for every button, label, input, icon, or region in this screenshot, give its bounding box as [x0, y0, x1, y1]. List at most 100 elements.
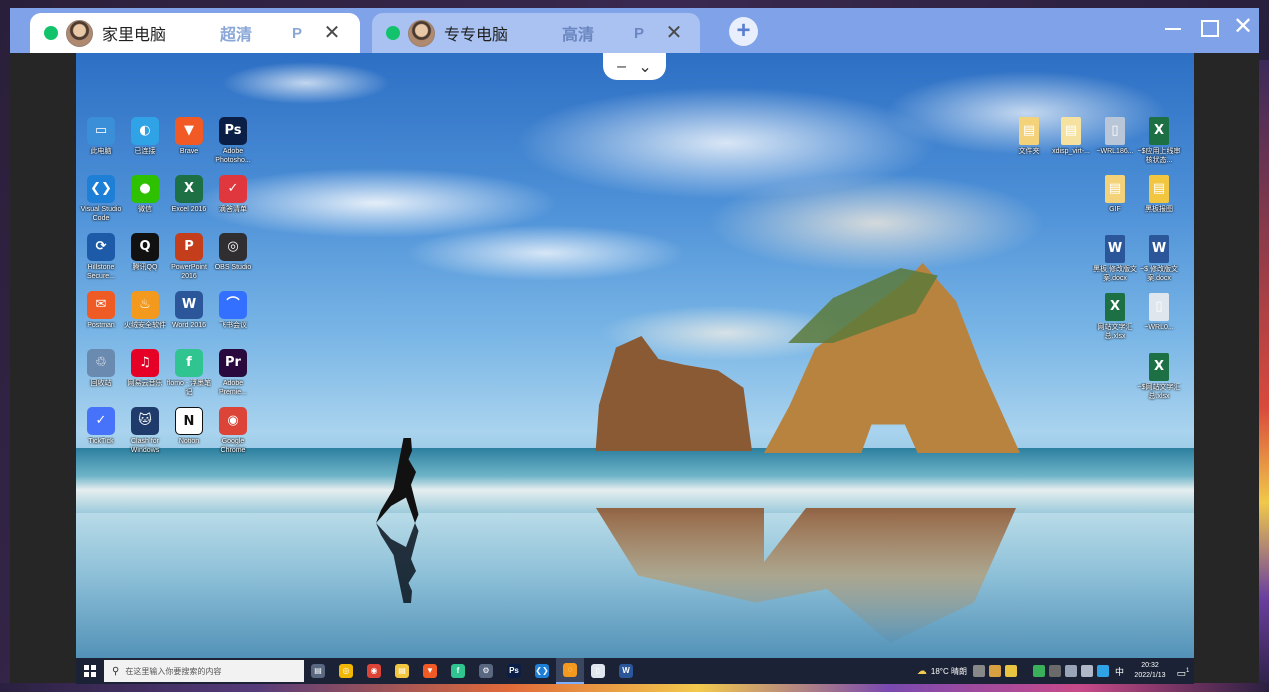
desktop-icon[interactable]: Ps Adobe Photosho... — [210, 113, 256, 169]
excel-file-icon: X — [1149, 353, 1169, 381]
toolbar-handle[interactable]: – ⌄ — [603, 53, 666, 80]
quality-label[interactable]: 高清 — [562, 21, 634, 45]
desktop-icon[interactable]: ♫ 网易云音乐 — [122, 345, 168, 401]
p-badge[interactable]: P — [292, 25, 322, 42]
desktop-icon[interactable]: 🐱 Clash for Windows — [122, 403, 168, 459]
desktop-icon[interactable]: ⌒ 飞书会议 — [210, 287, 256, 343]
taskbar-app-button[interactable]: ⚙ — [472, 658, 500, 684]
minimize-button[interactable] — [1158, 14, 1188, 44]
start-button[interactable] — [76, 658, 104, 684]
desktop-icon[interactable]: X 网站文字汇总.xlsx — [1092, 289, 1138, 345]
vscode-icon: ❮❯ — [87, 175, 115, 203]
desktop-icon[interactable]: ▤ xdisp_virt-... — [1048, 113, 1094, 169]
taskbar-app-button[interactable]: ▼ — [416, 658, 444, 684]
desktop-icon[interactable]: X ~$网站文字汇总.xlsx — [1136, 349, 1182, 405]
quality-label[interactable]: 超清 — [220, 21, 292, 45]
taskbar-app-button[interactable]: ▤ — [388, 658, 416, 684]
close-window-button[interactable]: ✕ — [1228, 14, 1258, 44]
tray-app-icon[interactable] — [1096, 665, 1109, 677]
desktop-icon[interactable]: ♨ 火绒安全软件 — [122, 287, 168, 343]
desktop-icon-label: 回收站 — [90, 380, 112, 387]
taskbar-app-button[interactable]: ◌ — [556, 658, 584, 684]
notification-center-button[interactable]: ▭1 — [1172, 658, 1194, 684]
desktop-icon[interactable]: ▼ Brave — [166, 113, 212, 169]
minimize-toolbar-icon[interactable]: – — [617, 58, 626, 76]
search-box[interactable]: ⚲ 在这里输入你要搜索的内容 — [104, 660, 304, 682]
taskbar-app-button[interactable]: f — [444, 658, 472, 684]
word-file-icon: W — [1105, 235, 1125, 263]
taskbar-app-button[interactable]: ▤ — [304, 658, 332, 684]
desktop-icon-label: 网站文字汇总.xlsx — [1097, 324, 1133, 340]
desktop-icon[interactable]: W ~$ 修改版文案.docx — [1136, 231, 1182, 287]
desktop-icon[interactable]: ◐ 已连接 — [122, 113, 168, 169]
taskbar-app-button[interactable]: ◉ — [360, 658, 388, 684]
excel-file-icon: X — [1105, 293, 1125, 321]
photoshop-icon: Ps — [219, 117, 247, 145]
tray-app-icon[interactable] — [1004, 665, 1017, 677]
close-tab-icon[interactable]: ✕ — [322, 23, 342, 43]
desktop-icon[interactable]: W Word 2016 — [166, 287, 212, 343]
desktop-icon[interactable]: ▯ ~WRL186... — [1092, 113, 1138, 169]
network-icon[interactable] — [1064, 665, 1077, 677]
taskbar-app-button[interactable]: ❮❯ — [528, 658, 556, 684]
chrome-icon: ◉ — [367, 664, 381, 678]
desktop-icon[interactable]: ▤ 文件夹 — [1006, 113, 1052, 169]
maximize-button[interactable] — [1193, 14, 1223, 44]
taskbar-app-button[interactable]: Ps — [500, 658, 528, 684]
volume-icon[interactable] — [1080, 665, 1093, 677]
wechat-icon: ● — [131, 175, 159, 203]
desktop-icon-label: Visual Studio Code — [80, 206, 122, 222]
input-language[interactable]: 中 — [1115, 665, 1124, 678]
desktop-icon[interactable]: f flomo - 浮墨笔记 — [166, 345, 212, 401]
photoshop-icon: Ps — [507, 664, 521, 678]
weather-icon: ☁ — [916, 665, 927, 677]
desktop-icon-label: Adobe Premie... — [218, 380, 247, 396]
desktop-icon[interactable]: ♲ 回收站 — [78, 345, 124, 401]
p-badge[interactable]: P — [634, 25, 664, 42]
desktop-icon-label: 文件夹 — [1018, 148, 1040, 155]
desktop-icon[interactable]: ✉ Postman — [78, 287, 124, 343]
desktop-icon[interactable]: ❮❯ Visual Studio Code — [78, 171, 124, 227]
new-tab-button[interactable]: + — [729, 17, 758, 46]
tray-app-icon[interactable] — [1032, 665, 1045, 677]
desktop-icon[interactable]: Pr Adobe Premie... — [210, 345, 256, 401]
desktop-icon[interactable]: Q 腾讯QQ — [122, 229, 168, 285]
desktop-icon[interactable]: ◉ Google Chrome — [210, 403, 256, 459]
chevron-down-icon[interactable]: ⌄ — [638, 57, 651, 77]
tab-home-computer[interactable]: 家里电脑 超清 P ✕ — [30, 13, 360, 53]
premiere-icon: Pr — [219, 349, 247, 377]
ticktick-icon: ✓ — [87, 407, 115, 435]
tray-app-icon[interactable] — [1048, 665, 1061, 677]
close-tab-icon[interactable]: ✕ — [664, 23, 684, 43]
desktop-icon[interactable]: ● 微信 — [122, 171, 168, 227]
remote-desktop-window: 家里电脑 超清 P ✕ 专专电脑 高清 P ✕ + ✕ ▭ 此电脑 ◐ 已连接 ▼ Bra… — [10, 8, 1259, 684]
taskbar-app-button[interactable]: ▯ — [584, 658, 612, 684]
desktop-icon[interactable]: ◎ OBS Studio — [210, 229, 256, 285]
clock[interactable]: 20:32 2022/1/13 — [1128, 661, 1172, 681]
desktop-icon[interactable]: ▭ 此电脑 — [78, 113, 124, 169]
desktop-icon[interactable]: ▤ GIF — [1092, 171, 1138, 227]
tab-work-computer[interactable]: 专专电脑 高清 P ✕ — [372, 13, 700, 53]
desktop-icon[interactable]: ✓ 滴答清单 — [210, 171, 256, 227]
folder-icon: ▤ — [1019, 117, 1039, 145]
avatar — [408, 19, 435, 47]
desktop-icon[interactable]: ✓ TickTick — [78, 403, 124, 459]
desktop-icon[interactable]: ▯ ~WRL0... — [1136, 289, 1182, 345]
desktop-icon[interactable]: ⟳ Hillstone Secure... — [78, 229, 124, 285]
clock-time: 20:32 — [1141, 662, 1159, 669]
remote-desktop-icon: ◌ — [563, 663, 577, 677]
taskbar-app-button[interactable]: W — [612, 658, 640, 684]
remote-desktop-screen[interactable]: ▭ 此电脑 ◐ 已连接 ▼ Brave Ps Adobe Photosho... ❮❯ Visua… — [76, 53, 1194, 684]
desktop-icon[interactable]: N Notion — [166, 403, 212, 459]
desktop-icon[interactable]: ▤ 黑板报图 — [1136, 171, 1182, 227]
taskbar-app-button[interactable]: ◎ — [332, 658, 360, 684]
desktop-icon-label: GIF — [1109, 206, 1121, 213]
desktop-icon[interactable]: X Excel 2016 — [166, 171, 212, 227]
desktop-icon[interactable]: W 黑板 修改版文案.docx — [1092, 231, 1138, 287]
desktop-icon[interactable]: X ~$应用上线审核状态... — [1136, 113, 1182, 169]
tray-app-icon[interactable] — [988, 665, 1001, 677]
excel-icon: X — [175, 175, 203, 203]
tray-app-icon[interactable] — [972, 665, 985, 677]
weather-text[interactable]: 18°C 晴朗 — [931, 666, 967, 677]
desktop-icon[interactable]: P PowerPoint 2016 — [166, 229, 212, 285]
